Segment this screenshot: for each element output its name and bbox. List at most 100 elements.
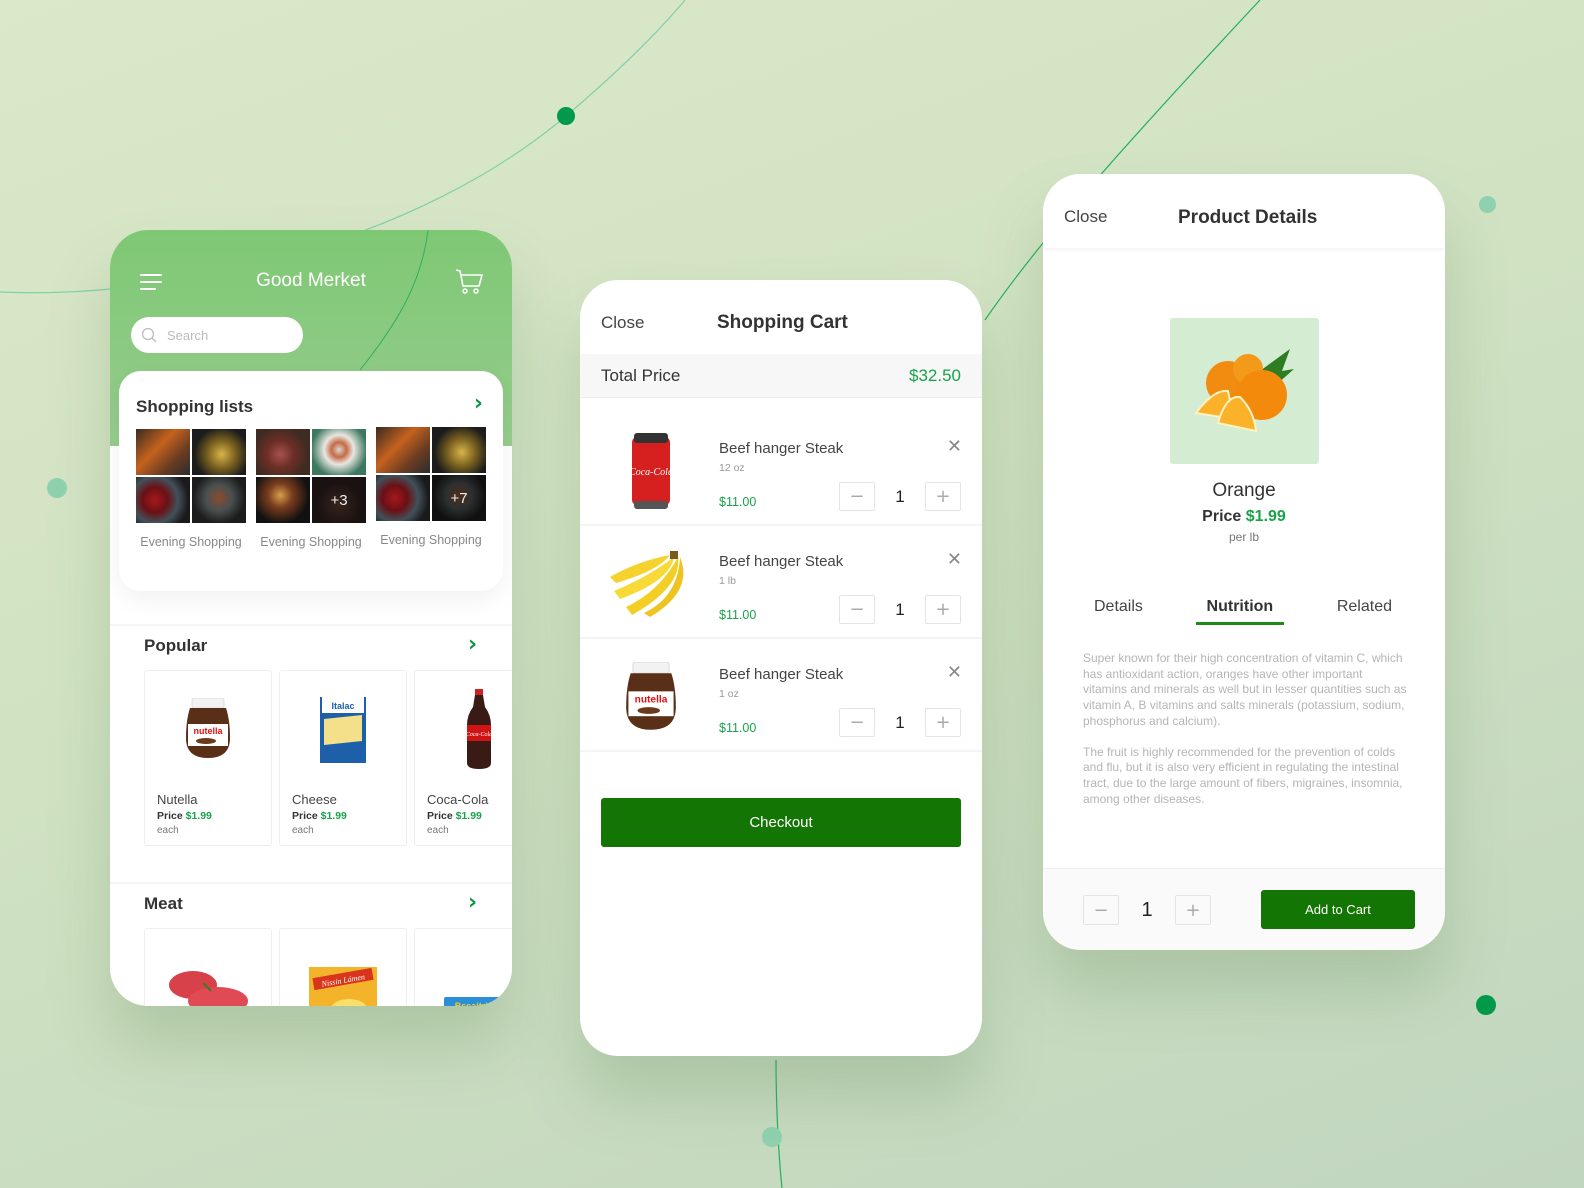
nissin-lamen-image: Nissin Lámen: [280, 955, 406, 1006]
checkout-button[interactable]: Checkout: [601, 798, 961, 847]
app-title: Good Merket: [256, 270, 366, 291]
decor-dot: [47, 478, 67, 498]
meat-image: +3: [312, 477, 366, 523]
fish-plate-image: [312, 429, 366, 475]
divider: [110, 882, 512, 884]
increase-button[interactable]: +: [925, 482, 961, 511]
quantity-value: 1: [895, 712, 905, 732]
tab-related[interactable]: Related: [1326, 598, 1403, 625]
item-price: $11.00: [719, 495, 757, 509]
decor-dot: [1476, 995, 1496, 1015]
chevron-right-icon[interactable]: ›: [468, 632, 477, 657]
chevron-right-icon[interactable]: ›: [468, 890, 477, 915]
search-bar[interactable]: [131, 317, 303, 353]
bananas-image: [604, 543, 698, 625]
quantity-stepper: − 1 +: [1083, 895, 1211, 925]
decrease-button[interactable]: −: [839, 595, 875, 624]
beef-cut-image: [145, 951, 271, 1006]
search-icon: [141, 327, 157, 343]
details-tabs: Details Nutrition Related: [1083, 598, 1403, 625]
tab-details[interactable]: Details: [1083, 598, 1154, 625]
coca-cola-bottle-image: Coca-Cola: [415, 689, 512, 769]
product-card[interactable]: Nissin Lámen: [279, 928, 407, 1006]
tab-nutrition[interactable]: Nutrition: [1195, 598, 1285, 625]
increase-button[interactable]: +: [925, 708, 961, 737]
item-name: Beef hanger Steak: [719, 666, 844, 683]
details-footer: − 1 + Add to Cart: [1043, 868, 1445, 950]
quantity-stepper: − 1 +: [839, 708, 961, 737]
search-input[interactable]: [167, 327, 287, 343]
chevron-right-icon[interactable]: ›: [474, 391, 483, 416]
item-price: $11.00: [719, 608, 757, 622]
biscuit-pack-image: Bscaitrip: [415, 965, 512, 1006]
cart-item: nutella Beef hanger Steak 1 oz $11.00 ✕ …: [580, 640, 982, 752]
add-to-cart-button[interactable]: Add to Cart: [1261, 890, 1415, 929]
product-card[interactable]: nutella Nutella Price $1.99 each: [144, 670, 272, 846]
decor-dot: [557, 107, 575, 125]
product-details-screen: Close Product Details Orange Price $1.99…: [1043, 174, 1445, 950]
shopping-list-item[interactable]: Evening Shopping: [136, 429, 246, 549]
svg-text:Italac: Italac: [331, 701, 354, 711]
product-card[interactable]: [144, 928, 272, 1006]
shopping-lists-card: Shopping lists › Evening Shopping +3 Eve…: [119, 371, 503, 591]
cart-item: Beef hanger Steak 1 lb $11.00 ✕ − 1 +: [580, 527, 982, 639]
quantity-stepper: − 1 +: [839, 482, 961, 511]
shopping-list-item[interactable]: +7 Evening Shopping: [376, 427, 486, 547]
decor-dot: [762, 1127, 782, 1147]
product-price: Price $1.99: [1202, 508, 1286, 525]
product-image: [1170, 318, 1319, 464]
close-button[interactable]: Close: [601, 313, 644, 333]
product-name: Cheese: [292, 792, 337, 807]
apples-bowl-image: +7: [432, 475, 486, 521]
list-label: Evening Shopping: [260, 535, 362, 549]
quantity-value: 1: [1141, 898, 1153, 921]
list-label: Evening Shopping: [380, 533, 482, 547]
total-price-bar: Total Price $32.50: [580, 354, 982, 398]
description-paragraph: The fruit is highly recommended for the …: [1083, 744, 1403, 806]
popular-title: Popular: [144, 636, 208, 655]
product-name: Orange: [1212, 480, 1276, 501]
increase-button[interactable]: +: [925, 595, 961, 624]
decrease-button[interactable]: −: [839, 708, 875, 737]
apples-image: [136, 477, 190, 523]
product-card[interactable]: Bscaitrip: [414, 928, 512, 1006]
apples-bowl-image: [192, 477, 246, 523]
quantity-value: 1: [895, 486, 905, 506]
product-unit: each: [157, 825, 179, 836]
remove-item-icon[interactable]: ✕: [947, 549, 962, 570]
popular-products: nutella Nutella Price $1.99 each Italac …: [144, 670, 512, 846]
product-price: Price $1.99: [157, 810, 212, 822]
more-count: +7: [432, 475, 486, 521]
shopping-cart-screen: Close Shopping Cart Total Price $32.50 C…: [580, 280, 982, 1056]
decor-dot: [1479, 196, 1496, 213]
decrease-button[interactable]: −: [839, 482, 875, 511]
description-paragraph: Super known for their high concentration…: [1083, 651, 1407, 728]
cart-title: Shopping Cart: [717, 312, 848, 333]
meat-title: Meat: [144, 894, 183, 913]
product-card[interactable]: Coca-Cola Coca-Cola Price $1.99 each: [414, 670, 512, 846]
nutella-jar-image: nutella: [604, 656, 698, 738]
details-title: Product Details: [1178, 207, 1318, 228]
item-size: 12 oz: [719, 462, 745, 474]
close-button[interactable]: Close: [1064, 207, 1107, 227]
remove-item-icon[interactable]: ✕: [947, 436, 962, 457]
details-header: Close Product Details: [1043, 174, 1445, 248]
product-unit: per lb: [1228, 530, 1260, 544]
increase-button[interactable]: +: [1175, 895, 1211, 925]
svg-text:Coca-Cola: Coca-Cola: [466, 732, 492, 738]
carrots-image: [376, 427, 430, 473]
decrease-button[interactable]: −: [1083, 895, 1119, 925]
shopping-cart-icon[interactable]: [454, 268, 484, 296]
decor-curve: [775, 1059, 783, 1188]
remove-item-icon[interactable]: ✕: [947, 662, 962, 683]
meat-products: Nissin Lámen Bscaitrip: [144, 928, 512, 1006]
item-name: Beef hanger Steak: [719, 553, 844, 570]
cart-item: Coca-Cola Beef hanger Steak 12 oz $11.00…: [580, 414, 982, 526]
total-price-label: Total Price: [601, 366, 681, 385]
steak-image: [256, 429, 310, 475]
quantity-value: 1: [895, 599, 905, 619]
shopping-list-item[interactable]: +3 Evening Shopping: [256, 429, 366, 549]
italac-cheese-image: Italac: [280, 689, 406, 769]
product-card[interactable]: Italac Cheese Price $1.99 each: [279, 670, 407, 846]
product-price: Price $1.99: [427, 810, 482, 822]
